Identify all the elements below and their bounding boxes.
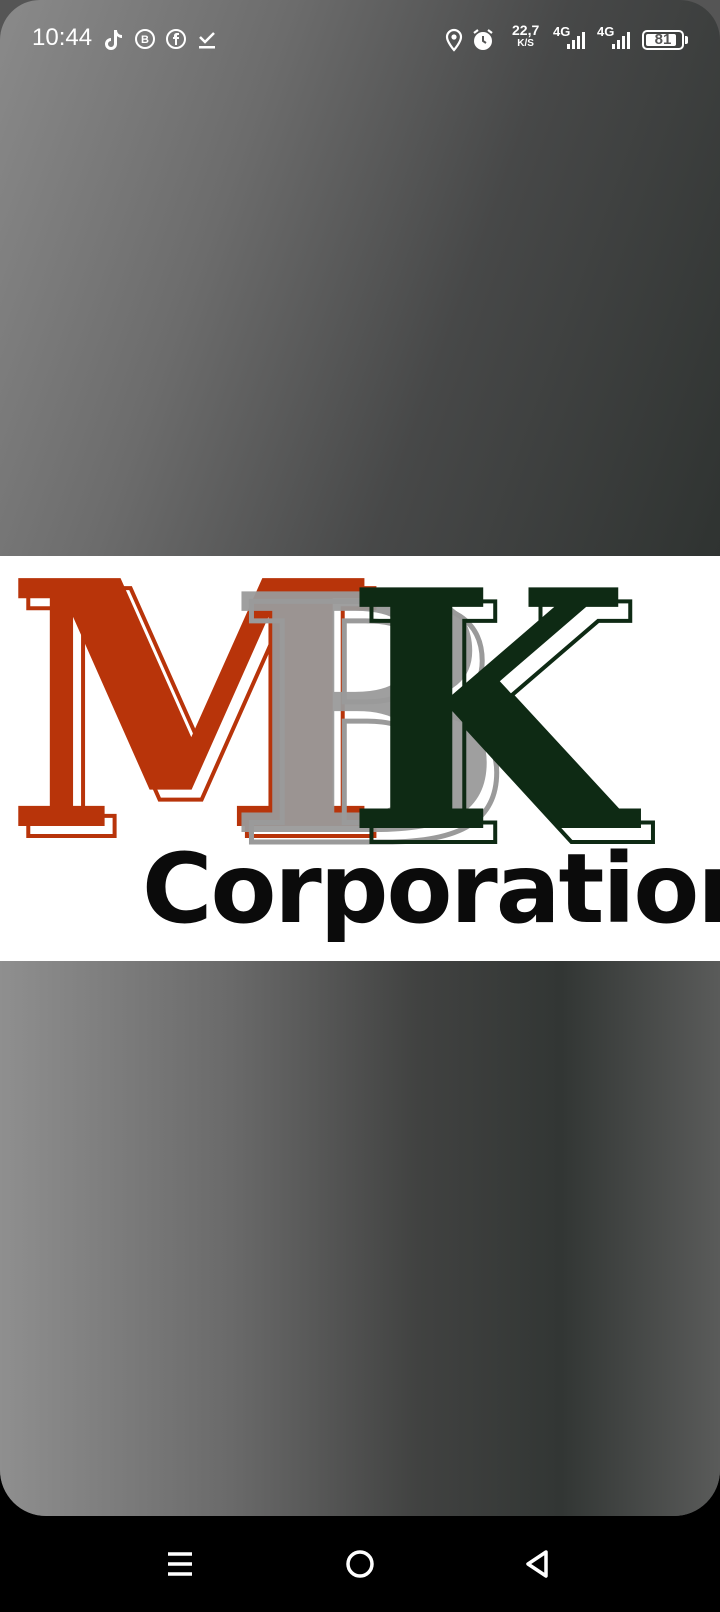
whatsapp-business-icon: B: [134, 28, 156, 52]
svg-text:B: B: [141, 34, 149, 46]
alarm-icon: [471, 28, 495, 52]
tiktok-icon: [104, 28, 124, 52]
battery-percent: 81: [654, 31, 672, 48]
facebook-icon: [165, 28, 187, 52]
signal-sim2-icon: [611, 32, 631, 56]
logo-banner: M M B B K K Corporation: [0, 556, 720, 961]
menu-icon: [168, 1552, 192, 1576]
navigation-bar: [0, 1516, 720, 1612]
battery-icon: 81: [642, 30, 684, 50]
home-button[interactable]: [336, 1540, 384, 1588]
logo-subtitle: Corporation: [142, 833, 720, 945]
location-icon: [444, 28, 464, 52]
download-done-icon: [196, 28, 218, 52]
battery-tip: [685, 36, 688, 44]
network-speed-value: 22,7: [512, 22, 540, 38]
network-speed-unit: K/S: [517, 38, 534, 49]
signal-sim1-icon: [566, 32, 586, 56]
back-icon: [526, 1550, 548, 1578]
back-button[interactable]: [514, 1540, 562, 1588]
network-speed: 22,7 K/S: [512, 22, 540, 50]
background-top: [0, 0, 720, 556]
status-bar: 10:44 B 22,7 K/S 4G 4G 81: [0, 0, 720, 80]
home-icon: [346, 1550, 374, 1578]
screen: 10:44 B 22,7 K/S 4G 4G 81 M M B B K K Co…: [0, 0, 720, 1516]
clock: 10:44: [32, 24, 93, 51]
background-bottom: [0, 961, 720, 1516]
menu-button[interactable]: [156, 1540, 204, 1588]
